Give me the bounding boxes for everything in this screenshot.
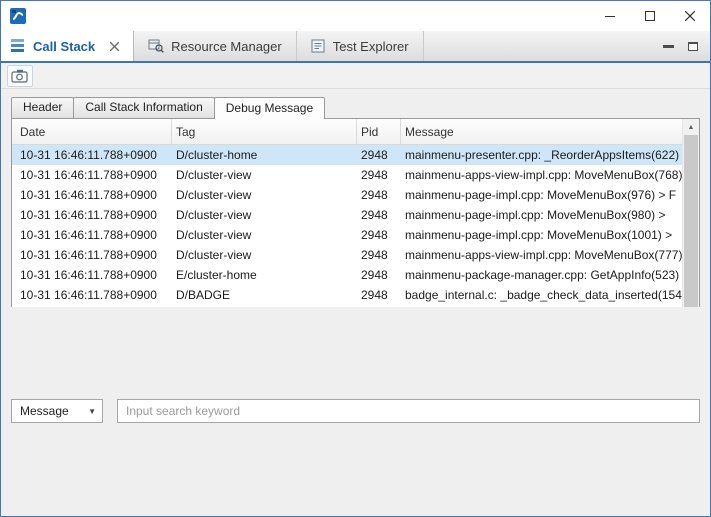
tab-close-icon[interactable] xyxy=(110,42,119,51)
table-row[interactable]: 10-31 16:46:11.788+0900 E/cluster-home 2… xyxy=(12,305,682,307)
tab-label: Test Explorer xyxy=(333,39,409,54)
row-pid: 2948 xyxy=(357,208,401,222)
row-date: 10-31 16:46:11.788+0900 xyxy=(12,188,172,202)
row-date: 10-31 16:46:11.788+0900 xyxy=(12,268,172,282)
row-date: 10-31 16:46:11.788+0900 xyxy=(12,228,172,242)
row-tag: D/cluster-view xyxy=(172,228,357,242)
row-date: 10-31 16:46:11.788+0900 xyxy=(12,168,172,182)
table-row[interactable]: 10-31 16:46:11.788+0900 D/cluster-view 2… xyxy=(12,165,682,185)
row-tag: D/cluster-view xyxy=(172,188,357,202)
close-button[interactable] xyxy=(670,1,710,31)
row-pid: 2948 xyxy=(357,288,401,302)
row-pid: 2948 xyxy=(357,148,401,162)
tab-debug-message[interactable]: Debug Message xyxy=(214,97,325,119)
titlebar xyxy=(1,1,710,31)
main-content: Header Call Stack Information Debug Mess… xyxy=(1,89,710,307)
row-pid: 2948 xyxy=(357,228,401,242)
row-message: mainmenu-presenter.cpp: _ReorderAppsItem… xyxy=(401,148,682,162)
row-pid: 2948 xyxy=(357,168,401,182)
row-message: mainmenu-apps-view-impl.cpp: MoveMenuBox… xyxy=(401,248,682,262)
test-explorer-icon xyxy=(311,39,326,53)
log-table: Date Tag Pid Message 10-31 16:46:11.788+… xyxy=(11,118,700,307)
table-row[interactable]: 10-31 16:46:11.788+0900 D/cluster-view 2… xyxy=(12,185,682,205)
row-tag: D/cluster-view xyxy=(172,208,357,222)
search-field-dropdown[interactable]: Message ▼ xyxy=(11,399,103,423)
row-pid: 2948 xyxy=(357,268,401,282)
view-tabbar: Call Stack Resource Manager xyxy=(1,31,710,63)
app-icon xyxy=(9,7,27,25)
app-window: Call Stack Resource Manager xyxy=(0,0,711,517)
row-tag: E/cluster-home xyxy=(172,268,357,282)
maximize-button[interactable] xyxy=(630,1,670,31)
row-date: 10-31 16:46:11.788+0900 xyxy=(12,208,172,222)
row-tag: D/cluster-view xyxy=(172,168,357,182)
search-bar: Message ▼ xyxy=(1,307,710,517)
table-row[interactable]: 10-31 16:46:11.788+0900 E/cluster-home 2… xyxy=(12,265,682,285)
row-pid: 2948 xyxy=(357,188,401,202)
search-input[interactable] xyxy=(117,399,700,423)
row-message: badge_internal.c: _badge_check_data_inse… xyxy=(401,288,682,302)
resource-manager-icon xyxy=(148,39,164,53)
table-header: Date Tag Pid Message xyxy=(12,119,682,145)
tab-test-explorer[interactable]: Test Explorer xyxy=(297,31,424,61)
row-message: mainmenu-apps-view-impl.cpp: MoveMenuBox… xyxy=(401,168,682,182)
column-header-message[interactable]: Message xyxy=(401,119,682,144)
row-date: 10-31 16:46:11.788+0900 xyxy=(12,148,172,162)
row-date: 10-31 16:46:11.788+0900 xyxy=(12,288,172,302)
camera-icon[interactable] xyxy=(7,65,33,87)
scroll-up-icon[interactable]: ▲ xyxy=(683,119,699,135)
row-message: mainmenu-page-impl.cpp: MoveMenuBox(1001… xyxy=(401,228,682,242)
row-message: mainmenu-page-impl.cpp: MoveMenuBox(980)… xyxy=(401,208,682,222)
log-table-body: 10-31 16:46:11.788+0900 D/cluster-home 2… xyxy=(12,145,682,307)
scrollbar-thumb[interactable] xyxy=(684,135,698,307)
call-stack-icon xyxy=(11,39,26,53)
filter-tabs: Header Call Stack Information Debug Mess… xyxy=(11,97,700,118)
table-row[interactable]: 10-31 16:46:11.788+0900 D/BADGE 2948 bad… xyxy=(12,285,682,305)
table-row[interactable]: 10-31 16:46:11.788+0900 D/cluster-view 2… xyxy=(12,205,682,225)
row-tag: D/cluster-view xyxy=(172,248,357,262)
minimize-button[interactable] xyxy=(590,1,630,31)
tab-label: Call Stack xyxy=(33,39,95,54)
tab-header[interactable]: Header xyxy=(11,97,74,118)
tab-label: Resource Manager xyxy=(171,39,282,54)
tab-resource-manager[interactable]: Resource Manager xyxy=(134,31,297,61)
table-row[interactable]: 10-31 16:46:11.788+0900 D/cluster-view 2… xyxy=(12,245,682,265)
dropdown-value: Message xyxy=(20,404,69,418)
toolbar xyxy=(1,63,710,89)
tab-call-stack[interactable]: Call Stack xyxy=(1,31,134,61)
chevron-down-icon: ▼ xyxy=(88,407,96,416)
table-row[interactable]: 10-31 16:46:11.788+0900 D/cluster-home 2… xyxy=(12,145,682,165)
minimize-view-icon[interactable] xyxy=(663,45,674,48)
row-message: mainmenu-page-impl.cpp: MoveMenuBox(976)… xyxy=(401,188,682,202)
tab-call-stack-information[interactable]: Call Stack Information xyxy=(73,97,214,118)
row-tag: D/cluster-home xyxy=(172,148,357,162)
column-header-pid[interactable]: Pid xyxy=(357,119,401,144)
row-tag: D/BADGE xyxy=(172,288,357,302)
vertical-scrollbar[interactable]: ▲ ▼ xyxy=(682,119,699,307)
table-row[interactable]: 10-31 16:46:11.788+0900 D/cluster-view 2… xyxy=(12,225,682,245)
row-date: 10-31 16:46:11.788+0900 xyxy=(12,248,172,262)
column-header-tag[interactable]: Tag xyxy=(172,119,357,144)
row-pid: 2948 xyxy=(357,248,401,262)
column-header-date[interactable]: Date xyxy=(12,119,172,144)
maximize-view-icon[interactable] xyxy=(688,42,698,51)
row-message: mainmenu-package-manager.cpp: GetAppInfo… xyxy=(401,268,682,282)
view-controls xyxy=(663,31,710,61)
